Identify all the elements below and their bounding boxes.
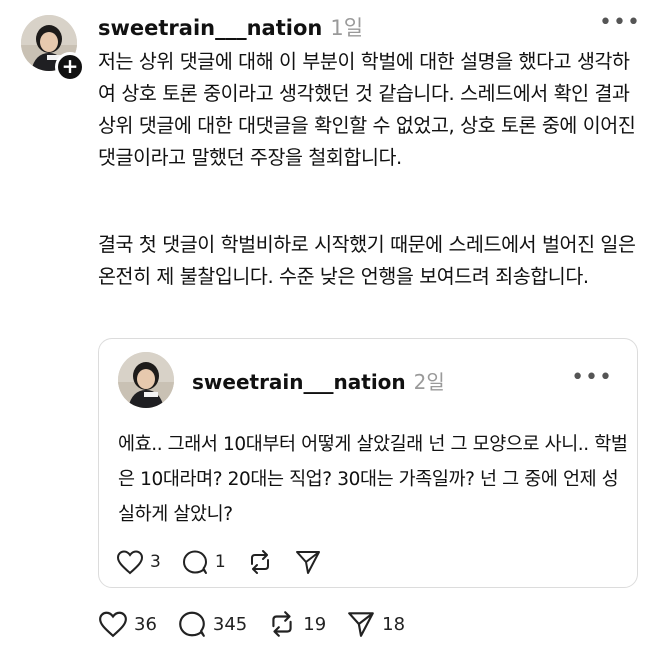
quoted-more-options-icon[interactable]: ••• (571, 367, 613, 389)
quoted-post-card[interactable]: sweetrain___nation 2일 ••• 에효.. 그래서 10대부터… (98, 338, 638, 588)
share-count: 18 (382, 613, 406, 635)
quoted-like-count: 3 (150, 552, 161, 572)
post-action-bar: 36 345 19 18 (98, 610, 425, 638)
quoted-action-bar: 3 1 (116, 549, 342, 575)
author-username[interactable]: sweetrain___nation (98, 16, 322, 40)
quoted-repost-button[interactable] (246, 549, 274, 575)
quoted-post-header: sweetrain___nation 2일 (192, 366, 445, 395)
quoted-post-body: 에효.. 그래서 10대부터 어떻게 살았길래 넌 그 모양으로 사니.. 학벌… (118, 434, 628, 525)
quoted-post-timestamp: 2일 (413, 370, 445, 394)
like-button[interactable]: 36 (98, 610, 157, 638)
like-count: 36 (134, 613, 157, 635)
repost-count: 19 (303, 613, 327, 635)
quoted-like-button[interactable]: 3 (116, 549, 161, 575)
comment-icon (177, 610, 207, 638)
heart-icon (116, 549, 144, 575)
quoted-share-button[interactable] (294, 549, 322, 575)
repost-button[interactable]: 19 (267, 610, 326, 638)
repost-icon (246, 549, 274, 575)
quoted-author-username[interactable]: sweetrain___nation (192, 370, 406, 394)
post-body-paragraph-1: 저는 상위 댓글에 대해 이 부분이 학벌에 대한 설명을 했다고 생각하여 상… (98, 50, 636, 169)
post-timestamp: 1일 (330, 16, 364, 40)
quoted-author-avatar[interactable] (118, 352, 174, 408)
reply-count: 345 (212, 613, 248, 635)
comment-icon (181, 549, 209, 575)
quoted-reply-count: 1 (214, 552, 226, 572)
quoted-reply-button[interactable]: 1 (181, 549, 226, 575)
reply-button[interactable]: 345 (177, 610, 247, 638)
send-icon (346, 610, 376, 638)
heart-icon (98, 610, 128, 638)
post-body-paragraph-2: 결국 첫 댓글이 학벌비하로 시작했기 때문에 스레드에서 벌어진 일은 온전히… (98, 233, 636, 288)
send-icon (294, 549, 322, 575)
share-button[interactable]: 18 (346, 610, 405, 638)
repost-icon (267, 610, 297, 638)
post-header: sweetrain___nation 1일 (98, 12, 363, 42)
more-options-icon[interactable]: ••• (599, 12, 641, 34)
follow-plus-icon[interactable]: + (55, 52, 85, 82)
